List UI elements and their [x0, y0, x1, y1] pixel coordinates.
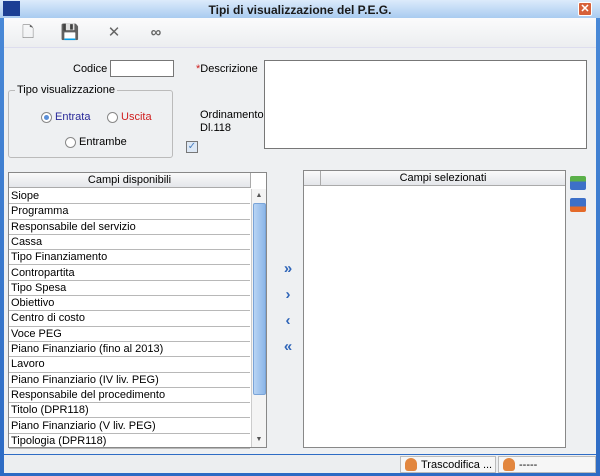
scroll-up-icon[interactable]: ▲	[253, 190, 265, 202]
scroll-thumb[interactable]	[253, 203, 266, 395]
delete-button[interactable]: ✕	[104, 24, 124, 42]
list-item[interactable]: Programma	[9, 204, 250, 220]
move-right-button[interactable]: ›	[280, 286, 296, 303]
window-title: Tipi di visualizzazione del P.E.G.	[208, 3, 392, 17]
scroll-down-icon[interactable]: ▼	[253, 434, 265, 446]
list-item[interactable]: Contropartita	[9, 266, 250, 281]
status-bar: Trascodifica ... -----	[4, 455, 596, 473]
group-title: Tipo visualizzazione	[15, 84, 118, 96]
selected-fields-list[interactable]: Campi selezionati	[303, 170, 566, 448]
title-bar: Tipi di visualizzazione del P.E.G. ✕	[0, 0, 600, 18]
move-all-left-button[interactable]: «	[280, 338, 296, 355]
trascodifica-status[interactable]: Trascodifica ...	[400, 456, 496, 473]
move-all-right-button[interactable]: »	[280, 260, 296, 277]
radio-entrambe[interactable]: Entrambe	[65, 136, 127, 148]
list-item[interactable]: Piano Finanziario (V liv. PEG)	[9, 419, 250, 434]
available-fields-list[interactable]: Campi disponibili Siope Programma Responsa…	[8, 172, 267, 450]
list-item[interactable]: Lavoro	[9, 357, 250, 373]
ordinamento-label: Ordinamento Dl.118	[200, 109, 264, 134]
save-button[interactable]: 💾	[60, 24, 80, 42]
new-button[interactable]: 🗋	[18, 24, 38, 42]
list-item[interactable]: Siope	[9, 189, 250, 205]
radio-uscita[interactable]: Uscita	[107, 111, 152, 123]
client-area: 🗋 💾 ✕ ∞ Codice *Descrizione Tipo visuali…	[4, 18, 596, 454]
list-item[interactable]: Voce PEG	[9, 327, 250, 342]
codice-label: Codice	[73, 63, 108, 75]
move-up-icon[interactable]	[570, 176, 586, 190]
list-item[interactable]: Responsabile del servizio	[9, 220, 250, 235]
move-down-icon[interactable]	[570, 198, 586, 212]
user-icon	[405, 458, 417, 471]
list-item[interactable]: Titolo (DPR118)	[9, 403, 250, 419]
codice-input[interactable]	[110, 60, 174, 77]
radio-entrata[interactable]: Entrata	[41, 111, 90, 123]
list-item[interactable]: Piano Finanziario (IV liv. PEG)	[9, 373, 250, 388]
tipo-visualizzazione-group: Tipo visualizzazione Entrata Uscita Entr…	[8, 84, 173, 158]
list-item[interactable]: Cassa	[9, 235, 250, 251]
search-button[interactable]: ∞	[146, 24, 166, 42]
list-item[interactable]: Obiettivo	[9, 296, 250, 312]
move-left-button[interactable]: ‹	[280, 312, 296, 329]
list-item[interactable]: Piano Finanziario (fino al 2013)	[9, 342, 250, 358]
scrollbar[interactable]: ▲ ▼	[251, 189, 266, 447]
list-item[interactable]: Tipo Finanziamento	[9, 250, 250, 266]
toolbar: 🗋 💾 ✕ ∞	[4, 18, 596, 48]
list-item[interactable]: Tipologia (DPR118)	[9, 434, 250, 450]
descrizione-label: Descrizione	[200, 63, 258, 75]
window: Tipi di visualizzazione del P.E.G. ✕ 🗋 💾…	[0, 0, 600, 476]
list-item[interactable]: Tipo Spesa	[9, 281, 250, 297]
user-info-icon	[503, 458, 515, 471]
selected-header: Campi selezionati	[321, 171, 565, 186]
list-item[interactable]: Centro di costo	[9, 311, 250, 327]
user-status[interactable]: -----	[498, 456, 596, 473]
ordinamento-checkbox[interactable]: ✓	[186, 141, 198, 153]
list-item[interactable]: Responsabile del procedimento	[9, 388, 250, 404]
descrizione-input[interactable]	[264, 60, 587, 149]
close-button[interactable]: ✕	[578, 2, 592, 16]
available-header: Campi disponibili	[9, 173, 251, 188]
